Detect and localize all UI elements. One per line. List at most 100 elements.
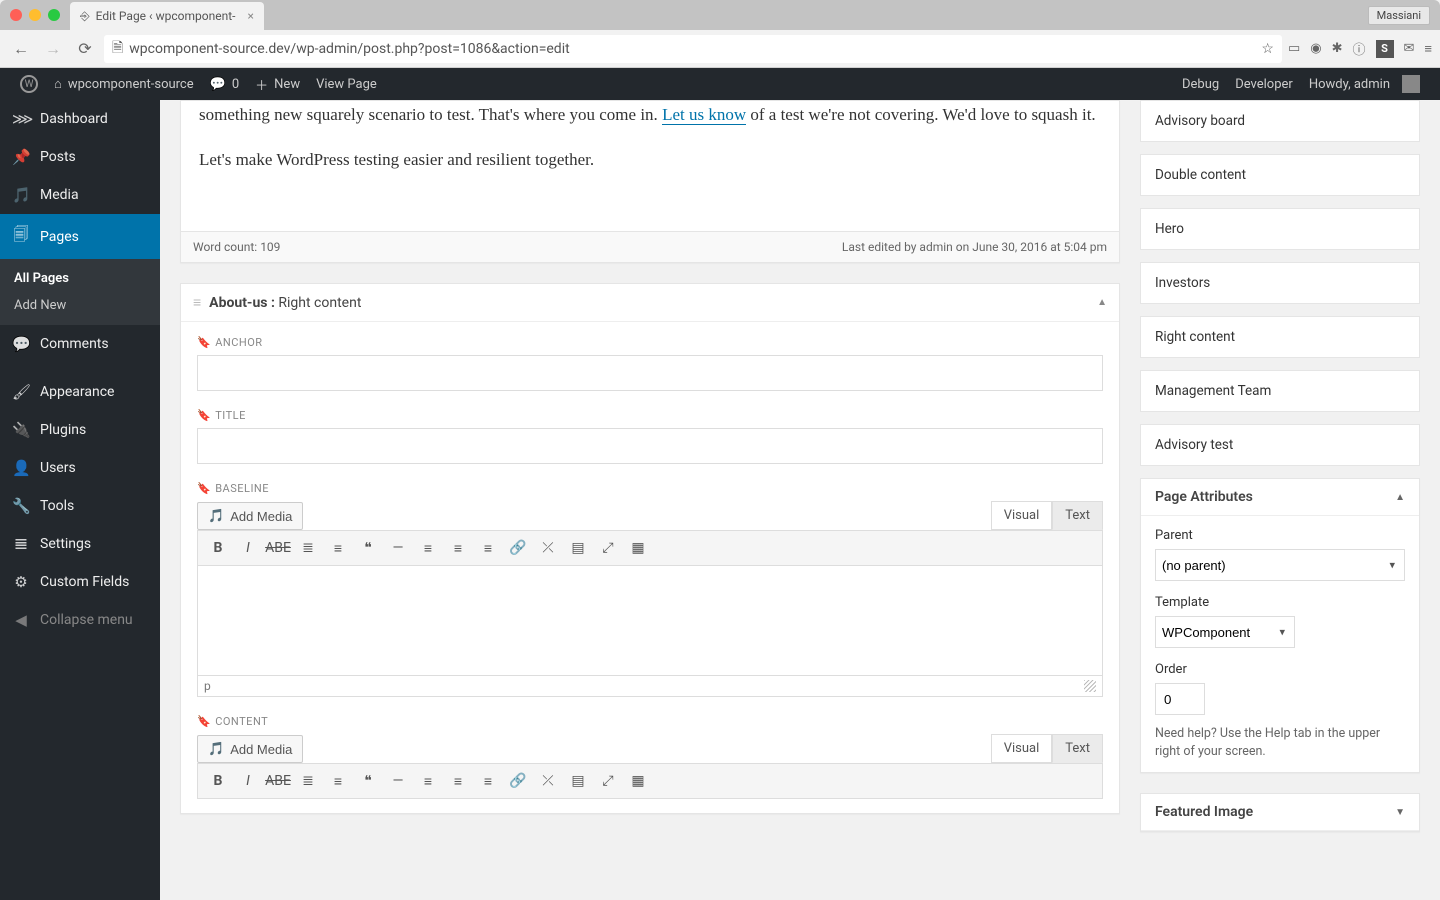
bold-icon[interactable]: B bbox=[204, 535, 232, 561]
let-us-know-link[interactable]: Let us know bbox=[662, 105, 746, 125]
list-item[interactable]: Advisory test bbox=[1140, 424, 1420, 466]
list-item[interactable]: Advisory board bbox=[1140, 100, 1420, 142]
align-right-icon[interactable]: ≡ bbox=[474, 768, 502, 794]
toolbar-toggle-icon[interactable]: ▦ bbox=[624, 535, 652, 561]
info-icon[interactable]: ⓘ bbox=[1352, 39, 1365, 58]
tab-visual[interactable]: Visual bbox=[991, 734, 1053, 763]
wp-logo[interactable]: W bbox=[12, 68, 46, 100]
bullet-list-icon[interactable]: ≣ bbox=[294, 535, 322, 561]
italic-icon[interactable]: I bbox=[234, 768, 262, 794]
bold-icon[interactable]: B bbox=[204, 768, 232, 794]
align-right-icon[interactable]: ≡ bbox=[474, 535, 502, 561]
drag-handle-icon[interactable]: ≡ bbox=[193, 294, 201, 311]
blockquote-icon[interactable]: ❝ bbox=[354, 768, 382, 794]
resize-grip-icon[interactable] bbox=[1084, 680, 1096, 692]
hamburger-icon[interactable]: ≡ bbox=[1424, 41, 1432, 57]
menu-comments[interactable]: 💬Comments bbox=[0, 325, 160, 363]
anchor-input[interactable] bbox=[197, 355, 1103, 391]
maximize-window-icon[interactable] bbox=[48, 9, 60, 21]
submenu-add-new[interactable]: Add New bbox=[0, 292, 160, 319]
collapse-toggle-icon[interactable]: ▲ bbox=[1395, 492, 1405, 503]
toolbar-toggle-icon[interactable]: ▦ bbox=[624, 768, 652, 794]
numbered-list-icon[interactable]: ≡ bbox=[324, 768, 352, 794]
add-media-button-content[interactable]: 🎵Add Media bbox=[197, 735, 303, 763]
title-input[interactable] bbox=[197, 428, 1103, 464]
menu-posts[interactable]: 📌Posts bbox=[0, 138, 160, 176]
list-item[interactable]: Right content bbox=[1140, 316, 1420, 358]
extension-s-icon[interactable]: S bbox=[1376, 40, 1394, 58]
list-item[interactable]: Hero bbox=[1140, 208, 1420, 250]
menu-settings[interactable]: 𝌆Settings bbox=[0, 525, 160, 563]
collapse-toggle-icon[interactable]: ▼ bbox=[1395, 807, 1405, 818]
camera-icon[interactable]: ◉ bbox=[1310, 41, 1321, 56]
comments-link[interactable]: 💬 0 bbox=[202, 68, 248, 100]
list-item[interactable]: Management Team bbox=[1140, 370, 1420, 412]
fullscreen-icon[interactable]: ⤢ bbox=[594, 768, 622, 794]
template-select[interactable]: WPComponent bbox=[1155, 616, 1295, 648]
tab-text[interactable]: Text bbox=[1052, 501, 1103, 530]
featured-image-header[interactable]: Featured Image ▼ bbox=[1141, 794, 1419, 831]
bullet-list-icon[interactable]: ≣ bbox=[294, 768, 322, 794]
readmore-icon[interactable]: ▤ bbox=[564, 535, 592, 561]
debug-link[interactable]: Debug bbox=[1174, 68, 1227, 100]
menu-appearance[interactable]: 🖌Appearance bbox=[0, 373, 160, 411]
tab-visual[interactable]: Visual bbox=[991, 501, 1053, 530]
view-page-link[interactable]: View Page bbox=[308, 68, 385, 100]
unlink-icon[interactable]: ⤫ bbox=[534, 768, 562, 794]
hr-icon[interactable]: — bbox=[384, 768, 412, 794]
menu-media[interactable]: 🎵Media bbox=[0, 176, 160, 214]
readmore-icon[interactable]: ▤ bbox=[564, 768, 592, 794]
minimize-window-icon[interactable] bbox=[29, 9, 41, 21]
menu-dashboard[interactable]: ⋙Dashboard bbox=[0, 100, 160, 138]
browser-profile-badge[interactable]: Massiani bbox=[1368, 6, 1430, 25]
cast-icon[interactable]: ▭ bbox=[1288, 41, 1300, 56]
site-name-link[interactable]: ⌂ wpcomponent-source bbox=[46, 68, 202, 100]
editor-body[interactable]: something new squarely scenario to test.… bbox=[181, 101, 1119, 231]
align-left-icon[interactable]: ≡ bbox=[414, 535, 442, 561]
parent-select[interactable]: (no parent) bbox=[1155, 549, 1405, 581]
menu-tools[interactable]: 🔧Tools bbox=[0, 487, 160, 525]
menu-custom-fields[interactable]: ⚙Custom Fields bbox=[0, 563, 160, 601]
list-item[interactable]: Investors bbox=[1140, 262, 1420, 304]
mail-icon[interactable]: ✉ bbox=[1404, 41, 1415, 56]
hr-icon[interactable]: — bbox=[384, 535, 412, 561]
unlink-icon[interactable]: ⤫ bbox=[534, 535, 562, 561]
browser-tab[interactable]: ⎆ Edit Page ‹ wpcomponent- × bbox=[70, 2, 264, 30]
add-media-button-baseline[interactable]: 🎵Add Media bbox=[197, 502, 303, 530]
menu-users[interactable]: 👤Users bbox=[0, 449, 160, 487]
element-path[interactable]: p bbox=[204, 679, 211, 693]
gear-icon[interactable]: ✱ bbox=[1332, 41, 1343, 56]
strikethrough-icon[interactable]: ABE bbox=[264, 768, 292, 794]
close-window-icon[interactable] bbox=[10, 9, 22, 21]
collapse-menu[interactable]: ◀Collapse menu bbox=[0, 601, 160, 639]
blockquote-icon[interactable]: ❝ bbox=[354, 535, 382, 561]
new-content-link[interactable]: ＋ New bbox=[247, 68, 308, 100]
my-account[interactable]: Howdy, admin bbox=[1301, 68, 1428, 100]
strikethrough-icon[interactable]: ABE bbox=[264, 535, 292, 561]
list-item[interactable]: Double content bbox=[1140, 154, 1420, 196]
fullscreen-icon[interactable]: ⤢ bbox=[594, 535, 622, 561]
order-input[interactable] bbox=[1155, 683, 1205, 715]
star-icon[interactable]: ☆ bbox=[1261, 41, 1274, 57]
developer-link[interactable]: Developer bbox=[1227, 68, 1301, 100]
url-bar[interactable]: 🗎 wpcomponent-source.dev/wp-admin/post.p… bbox=[104, 35, 1282, 63]
submenu-all-pages[interactable]: All Pages bbox=[0, 265, 160, 292]
close-tab-icon[interactable]: × bbox=[247, 9, 253, 23]
italic-icon[interactable]: I bbox=[234, 535, 262, 561]
forward-button[interactable]: → bbox=[40, 36, 66, 62]
link-icon[interactable]: 🔗 bbox=[504, 768, 532, 794]
menu-plugins[interactable]: 🔌Plugins bbox=[0, 411, 160, 449]
back-button[interactable]: ← bbox=[8, 36, 34, 62]
component-header[interactable]: ≡ About-us : Right content ▲ bbox=[181, 284, 1119, 322]
baseline-editor[interactable] bbox=[197, 566, 1103, 676]
align-center-icon[interactable]: ≡ bbox=[444, 768, 472, 794]
align-center-icon[interactable]: ≡ bbox=[444, 535, 472, 561]
link-icon[interactable]: 🔗 bbox=[504, 535, 532, 561]
numbered-list-icon[interactable]: ≡ bbox=[324, 535, 352, 561]
tab-text[interactable]: Text bbox=[1052, 734, 1103, 763]
page-attributes-header[interactable]: Page Attributes ▲ bbox=[1141, 479, 1419, 516]
align-left-icon[interactable]: ≡ bbox=[414, 768, 442, 794]
menu-pages[interactable]: 🗐Pages bbox=[0, 214, 160, 259]
reload-button[interactable]: ⟳ bbox=[72, 36, 98, 62]
collapse-toggle-icon[interactable]: ▲ bbox=[1097, 297, 1107, 308]
